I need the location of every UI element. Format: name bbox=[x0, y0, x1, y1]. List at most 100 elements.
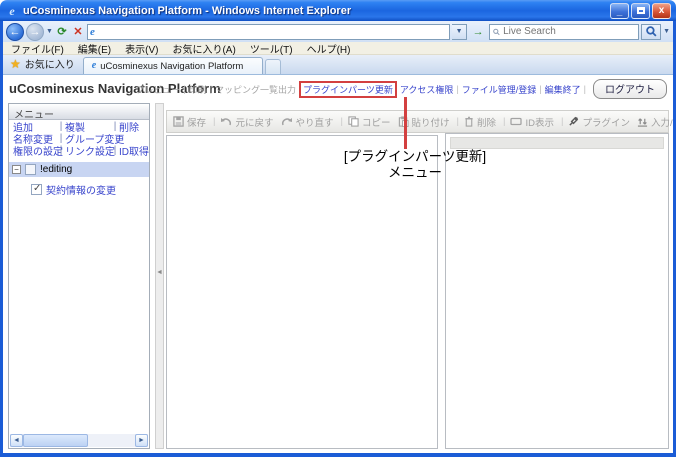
sidebar-horizontal-scrollbar[interactable]: ◄ ► bbox=[10, 434, 148, 447]
search-icon bbox=[493, 27, 500, 37]
refresh-button[interactable]: ⟳ bbox=[55, 25, 69, 38]
undo-icon bbox=[220, 117, 232, 127]
forward-icon: → bbox=[30, 26, 41, 38]
separator: | bbox=[57, 121, 65, 132]
menu-tools[interactable]: ツール(T) bbox=[250, 41, 293, 56]
active-tab[interactable]: e uCosminexus Navigation Platform bbox=[83, 57, 263, 74]
stop-button[interactable]: ✕ bbox=[71, 25, 85, 38]
separator: | bbox=[213, 116, 215, 127]
input-output-button[interactable]: 入力/出力 bbox=[637, 115, 673, 129]
separator: | bbox=[584, 84, 586, 94]
go-button[interactable]: → bbox=[469, 24, 487, 40]
paste-label: 貼り付け bbox=[412, 115, 450, 129]
separator: | bbox=[57, 133, 65, 144]
copy-button[interactable]: コピー bbox=[348, 115, 391, 129]
scrollbar-thumb[interactable] bbox=[23, 434, 88, 447]
header-item-end-editing[interactable]: 編集終了 bbox=[545, 83, 581, 96]
callout-line bbox=[404, 97, 407, 149]
menu-file[interactable]: ファイル(F) bbox=[11, 41, 64, 56]
save-button[interactable]: 保存 bbox=[173, 115, 206, 129]
separator: | bbox=[210, 84, 212, 94]
editor-toolbar: 保存 | 元に戻す やり直す | コピー bbox=[166, 110, 669, 133]
menu-help[interactable]: ヘルプ(H) bbox=[307, 41, 351, 56]
header-item-access-rights[interactable]: アクセス権限 bbox=[400, 83, 454, 96]
logout-button[interactable]: ログアウト bbox=[593, 79, 667, 99]
menu-edit[interactable]: 編集(E) bbox=[78, 41, 111, 56]
editing-checkbox[interactable] bbox=[25, 164, 36, 175]
scroll-left-icon[interactable]: ◄ bbox=[10, 434, 23, 447]
address-input[interactable] bbox=[98, 26, 447, 38]
menu-favorites[interactable]: お気に入り(A) bbox=[172, 41, 235, 56]
copy-label: コピー bbox=[362, 115, 391, 129]
separator: | bbox=[341, 116, 343, 127]
back-button[interactable]: ← bbox=[6, 23, 24, 41]
tree-root-label: !editing bbox=[40, 164, 72, 175]
menu-tree: − !editing 契約情報の変更 bbox=[9, 162, 149, 197]
panel-splitter[interactable]: ◄ bbox=[155, 103, 164, 449]
plugin-icon bbox=[568, 116, 579, 127]
forward-button[interactable]: → bbox=[26, 23, 44, 41]
redo-button[interactable]: やり直す bbox=[281, 115, 334, 129]
window-title: uCosminexus Navigation Platform - Window… bbox=[23, 5, 610, 17]
contract-info-checkbox[interactable] bbox=[31, 184, 42, 195]
plugin-button[interactable]: プラグイン bbox=[568, 115, 630, 129]
collapse-icon[interactable]: − bbox=[12, 165, 21, 174]
maximize-button[interactable] bbox=[631, 3, 650, 19]
scrollbar-track[interactable] bbox=[23, 434, 135, 447]
plugin-label: プラグイン bbox=[582, 115, 630, 129]
header-menu: プレビュー | 印刷 | マッピング一覧出力 プラグインパーツ更新 アクセス権限… bbox=[135, 79, 667, 99]
close-button[interactable]: x bbox=[652, 3, 671, 19]
scroll-right-icon[interactable]: ► bbox=[135, 434, 148, 447]
tree-node-contract-info[interactable]: 契約情報の変更 bbox=[31, 182, 149, 197]
tab-favicon-icon: e bbox=[92, 61, 96, 71]
menu-view[interactable]: 表示(V) bbox=[125, 41, 158, 56]
tree-child-label: 契約情報の変更 bbox=[46, 182, 116, 197]
separator: | bbox=[57, 145, 65, 156]
trash-icon bbox=[464, 116, 474, 127]
maximize-icon bbox=[637, 7, 645, 14]
save-icon bbox=[173, 116, 184, 127]
tab-bar: ★ お気に入り e uCosminexus Navigation Platfor… bbox=[3, 55, 673, 75]
annotation-line2: メニュー bbox=[325, 165, 505, 181]
titlebar: e uCosminexus Navigation Platform - Wind… bbox=[0, 0, 676, 21]
header-item-preview: プレビュー bbox=[135, 83, 180, 96]
window-frame: ← → ▼ ⟳ ✕ e ▼ → ▼ bbox=[0, 21, 676, 457]
id-display-button[interactable]: ID表示 bbox=[510, 115, 554, 129]
redo-icon bbox=[281, 117, 293, 127]
close-icon: x bbox=[659, 6, 665, 16]
header-item-plugin-parts-update[interactable]: プラグインパーツ更新 bbox=[299, 81, 397, 98]
address-bar[interactable]: e bbox=[87, 24, 450, 40]
input-output-label: 入力/出力 bbox=[651, 115, 673, 129]
collapse-panel-icon[interactable]: ◄ bbox=[156, 269, 163, 276]
undo-button[interactable]: 元に戻す bbox=[220, 115, 273, 129]
tree-node-editing[interactable]: − !editing bbox=[9, 162, 149, 177]
page-content: uCosminexus Navigation Platform プレビュー | … bbox=[3, 75, 673, 453]
favorites-label: お気に入り bbox=[25, 56, 75, 71]
new-tab-stub[interactable] bbox=[265, 59, 281, 74]
header-item-mapping-output: マッピング一覧出力 bbox=[215, 83, 296, 96]
sidebar-link-id-get[interactable]: ID取得 bbox=[119, 143, 149, 158]
annotation-line1: [プラグインパーツ更新] bbox=[325, 149, 505, 165]
sidebar-link-permission-settings[interactable]: 権限の設定 bbox=[13, 143, 57, 158]
search-input[interactable] bbox=[503, 26, 635, 38]
delete-button[interactable]: 削除 bbox=[464, 115, 496, 129]
search-box[interactable] bbox=[489, 24, 639, 40]
id-display-icon bbox=[510, 117, 522, 126]
page-favicon-icon: e bbox=[90, 26, 95, 38]
favorites-star-icon: ★ bbox=[10, 57, 21, 71]
editing-canvas[interactable] bbox=[166, 135, 438, 449]
address-dropdown[interactable]: ▼ bbox=[452, 24, 467, 40]
sidebar-menu-panel: メニュー 追加 | 複製 | 削除 名称変更 | グループ変更 権限の設定 bbox=[8, 103, 150, 449]
undo-label: 元に戻す bbox=[235, 115, 273, 129]
right-panel-header-strip bbox=[450, 137, 664, 149]
search-options-dropdown[interactable]: ▼ bbox=[663, 28, 670, 35]
go-icon: → bbox=[473, 26, 484, 38]
sidebar-link-link-settings[interactable]: リンク設定 bbox=[65, 143, 111, 158]
minimize-button[interactable]: _ bbox=[610, 3, 629, 19]
history-dropdown[interactable]: ▼ bbox=[46, 28, 53, 35]
favorites-button[interactable]: ★ お気に入り bbox=[6, 56, 83, 74]
search-go-button[interactable] bbox=[641, 24, 661, 40]
navigation-bar: ← → ▼ ⟳ ✕ e ▼ → ▼ bbox=[3, 21, 673, 42]
magnifier-icon bbox=[646, 26, 657, 37]
header-item-file-management[interactable]: ファイル管理/登録 bbox=[462, 83, 537, 96]
